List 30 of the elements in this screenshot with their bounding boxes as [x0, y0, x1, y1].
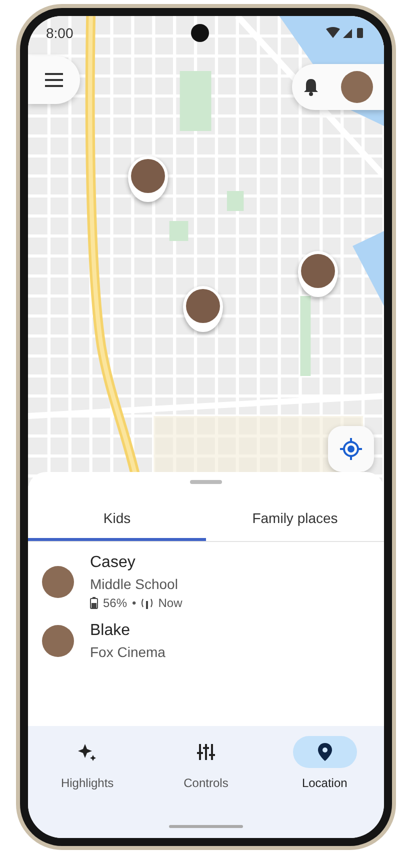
- kid-avatar: [42, 566, 74, 598]
- my-location-button[interactable]: [328, 426, 374, 472]
- kid-name[interactable]: Blake: [90, 622, 166, 640]
- park-area: [169, 221, 188, 241]
- separator-dot: •: [132, 596, 136, 610]
- sheet-handle[interactable]: [190, 480, 222, 484]
- nav-item[interactable]: Controls: [174, 736, 238, 790]
- kid-name[interactable]: Casey: [90, 554, 182, 572]
- nav-item[interactable]: Highlights: [55, 736, 120, 790]
- menu-icon: [45, 73, 63, 87]
- park-area: [226, 191, 244, 211]
- status-icons: [326, 27, 366, 39]
- tab[interactable]: Family places: [206, 502, 384, 541]
- park-area: [180, 71, 212, 131]
- status-time: 8:00: [46, 25, 74, 41]
- signal-icon: [141, 597, 154, 609]
- my-location-icon: [340, 438, 362, 460]
- location-pin-icon: [318, 743, 332, 761]
- sparkle-icon: [78, 743, 96, 761]
- tab[interactable]: Kids: [28, 502, 206, 541]
- kid-place: Fox Cinema: [90, 644, 166, 660]
- bell-icon[interactable]: [303, 78, 319, 96]
- menu-button[interactable]: [28, 56, 80, 104]
- kid-place: Middle School: [90, 576, 179, 592]
- battery-icon: [90, 597, 98, 609]
- profile-avatar[interactable]: [341, 71, 373, 103]
- sliders-icon: [196, 743, 215, 761]
- kid-avatar: [42, 625, 74, 657]
- update-time: Now: [158, 596, 182, 610]
- battery-level: 56%: [103, 596, 128, 610]
